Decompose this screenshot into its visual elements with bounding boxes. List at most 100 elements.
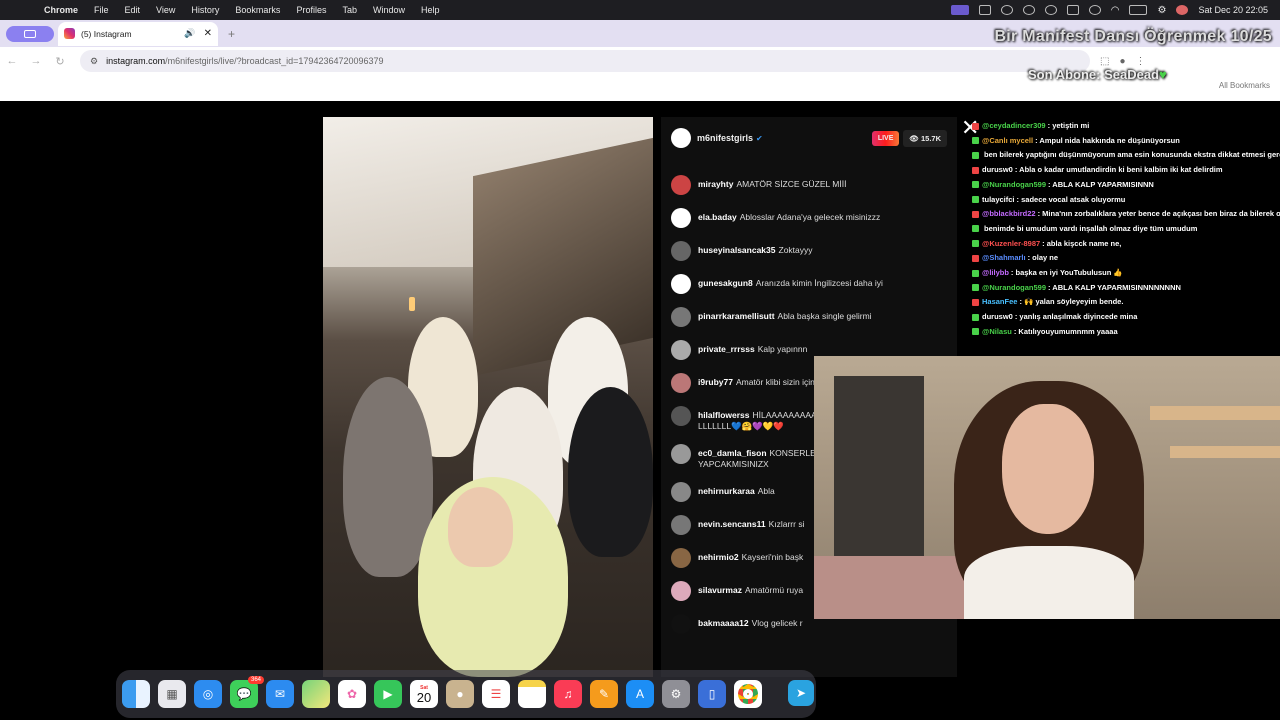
tab-instagram[interactable]: (5) Instagram 🔊 ✕ — [58, 21, 218, 46]
menu-history[interactable]: History — [183, 5, 227, 15]
sound-icon[interactable] — [1066, 5, 1079, 15]
menu-profiles[interactable]: Profiles — [288, 5, 334, 15]
comment-text: pinarrkaramellisutt Abla başka single gel… — [698, 307, 872, 322]
extensions-icon[interactable]: ⬚ — [1100, 56, 1109, 67]
comment-user[interactable]: i9ruby77 — [698, 377, 733, 387]
back-icon[interactable]: ← — [0, 55, 24, 67]
comment-text: nehirmio2 Kayseri'nin başk — [698, 548, 803, 563]
menu-window[interactable]: Window — [365, 5, 413, 15]
comment-text: gunesakgun8 Aranızda kimin İngilizcesi da… — [698, 274, 883, 289]
preview-icon[interactable]: ▯ — [698, 680, 726, 708]
comment-avatar[interactable] — [671, 482, 691, 502]
comment-avatar[interactable] — [671, 175, 691, 195]
comment-user[interactable]: gunesakgun8 — [698, 278, 753, 288]
telegram-icon[interactable]: ➤ — [788, 680, 814, 706]
chat-user: durusw0 — [982, 165, 1013, 175]
comment-user[interactable]: private_rrrsss — [698, 344, 755, 354]
finder-icon[interactable] — [122, 680, 150, 708]
calendar-icon[interactable]: Sat 20 — [410, 680, 438, 708]
siri-icon[interactable] — [1176, 5, 1189, 15]
comment-user[interactable]: nehirmio2 — [698, 552, 739, 562]
comment-avatar[interactable] — [671, 548, 691, 568]
comment-avatar[interactable] — [671, 373, 691, 393]
forward-icon[interactable]: → — [24, 55, 48, 67]
launchpad-icon[interactable]: ▦ — [158, 680, 186, 708]
chat-badge-icon — [972, 122, 979, 130]
comment-avatar[interactable] — [671, 208, 691, 228]
comment-text: bakmaaaa12 Vlog gelicek r — [698, 614, 803, 629]
menu-clock[interactable]: Sat Dec 20 22:05 — [1198, 5, 1268, 15]
speaker-icon[interactable]: 🔊 — [184, 28, 195, 39]
close-tab-icon[interactable]: ✕ — [204, 28, 212, 39]
comment-body: Amatörmü ruya — [744, 585, 804, 595]
account-avatar[interactable] — [671, 128, 691, 148]
mail-icon[interactable]: ✉ — [266, 680, 294, 708]
account-name[interactable]: m6nifestgirls — [697, 133, 753, 143]
record-icon[interactable] — [1022, 5, 1035, 15]
maps-icon[interactable] — [302, 680, 330, 708]
instagram-favicon-icon — [64, 28, 75, 39]
music-icon[interactable]: ♫ — [554, 680, 582, 708]
control-center-icon[interactable]: ⚙ — [1157, 5, 1166, 16]
notes-icon[interactable] — [518, 680, 546, 708]
user-icon[interactable] — [1088, 5, 1101, 15]
chrome-icon[interactable] — [734, 680, 762, 708]
stream-chat-line: @Canlı mycell: Ampul nida hakkında ne dü… — [968, 134, 1280, 149]
tab-search-button[interactable] — [6, 25, 54, 42]
new-tab-icon[interactable]: + — [228, 27, 235, 41]
comment-avatar[interactable] — [671, 581, 691, 601]
reload-icon[interactable]: ↻ — [48, 55, 72, 68]
comment-user[interactable]: nehirnurkaraa — [698, 486, 755, 496]
facetime-icon[interactable]: ▶ — [374, 680, 402, 708]
comment-avatar[interactable] — [671, 340, 691, 360]
wifi-icon[interactable]: ◠ — [1111, 5, 1120, 16]
comment-avatar[interactable] — [671, 274, 691, 294]
more-menu-icon[interactable]: ⋮ — [1136, 56, 1146, 67]
status-icon-1[interactable] — [978, 5, 991, 15]
comment-avatar[interactable] — [671, 444, 691, 464]
site-info-icon[interactable]: ⚙ — [90, 56, 98, 67]
menu-edit[interactable]: Edit — [117, 5, 149, 15]
menu-file[interactable]: File — [86, 5, 117, 15]
comment-user[interactable]: silavurmaz — [698, 585, 742, 595]
safari-icon[interactable]: ◎ — [194, 680, 222, 708]
chat-user: durusw0 — [982, 312, 1013, 322]
comment-user[interactable]: bakmaaaa12 — [698, 618, 749, 628]
comment-user[interactable]: mirayhty — [698, 179, 733, 189]
play-icon[interactable] — [1044, 5, 1057, 15]
menu-app-name[interactable]: Chrome — [36, 5, 86, 15]
menu-help[interactable]: Help — [413, 5, 448, 15]
menu-tab[interactable]: Tab — [334, 5, 365, 15]
reminders-icon[interactable]: ☰ — [482, 680, 510, 708]
comment-avatar[interactable] — [671, 307, 691, 327]
comment-user[interactable]: ec0_damla_fison — [698, 448, 767, 458]
comment-body: Zoktayyy — [778, 245, 813, 255]
comment-avatar[interactable] — [671, 515, 691, 535]
chat-message: : başka en iyi YouTubulusun 👍 — [1010, 268, 1123, 278]
messages-icon[interactable]: 💬 364 — [230, 676, 264, 708]
live-video[interactable] — [323, 117, 653, 677]
system-settings-icon[interactable]: ⚙ — [662, 680, 690, 708]
menu-bookmarks[interactable]: Bookmarks — [227, 5, 288, 15]
menu-view[interactable]: View — [148, 5, 183, 15]
chat-badge-icon — [972, 166, 979, 174]
comment-avatar[interactable] — [671, 406, 691, 426]
comment-avatar[interactable] — [671, 614, 691, 634]
screen-share-icon[interactable] — [950, 5, 969, 15]
photos-icon[interactable]: ✿ — [338, 680, 366, 708]
comment-avatar[interactable] — [671, 241, 691, 261]
app-store-icon[interactable]: A — [626, 680, 654, 708]
comment-user[interactable]: hilalflowerss — [698, 410, 750, 420]
comment-user[interactable]: ela.baday — [698, 212, 737, 222]
status-icon-2[interactable] — [1000, 5, 1013, 15]
comment-user[interactable]: pinarrkaramellisutt — [698, 311, 775, 321]
pages-icon[interactable]: ✎ — [590, 680, 618, 708]
address-bar[interactable]: ⚙ instagram.com/m6nifestgirls/live/?broa… — [80, 50, 1090, 72]
profile-icon[interactable]: ● — [1119, 56, 1125, 67]
battery-icon[interactable] — [1129, 5, 1148, 15]
comment-user[interactable]: huseyinalsancak35 — [698, 245, 776, 255]
comment-text: nevin.sencans11 Kızlarrr si — [698, 515, 804, 530]
comment-user[interactable]: nevin.sencans11 — [698, 519, 766, 529]
all-bookmarks-link[interactable]: All Bookmarks — [1219, 81, 1270, 90]
contacts-icon[interactable]: ● — [446, 680, 474, 708]
